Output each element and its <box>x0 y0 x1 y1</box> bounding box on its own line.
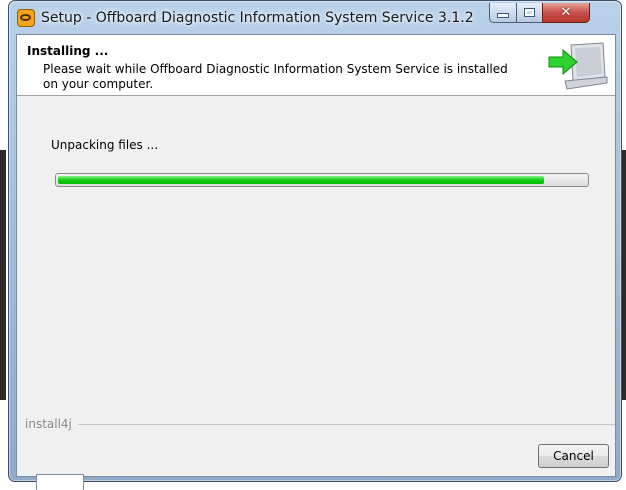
minimize-button[interactable] <box>489 3 517 23</box>
footer-divider <box>25 424 615 425</box>
installer-header: Installing ... Please wait while Offboar… <box>17 35 615 96</box>
installer-computer-arrow-icon <box>548 42 608 90</box>
maximize-icon <box>524 8 535 17</box>
progress-bar-fill <box>58 176 544 184</box>
desktop-edge-left <box>0 150 6 400</box>
installer-client-area: Installing ... Please wait while Offboar… <box>16 34 616 477</box>
status-text: Unpacking files ... <box>51 138 159 152</box>
header-description: Please wait while Offboard Diagnostic In… <box>43 62 508 91</box>
header-title: Installing ... <box>27 44 109 58</box>
background-window-fragment <box>36 474 84 490</box>
window-title: Setup - Offboard Diagnostic Information … <box>41 10 474 26</box>
close-icon: ✕ <box>560 5 572 20</box>
setup-window: Setup - Offboard Diagnostic Information … <box>8 0 622 482</box>
install4j-brand: install4j <box>25 417 78 431</box>
minimize-icon <box>497 13 509 18</box>
app-icon <box>17 9 35 27</box>
progress-bar <box>55 173 589 187</box>
title-bar[interactable]: Setup - Offboard Diagnostic Information … <box>9 1 621 35</box>
maximize-button[interactable] <box>516 3 543 23</box>
close-button[interactable]: ✕ <box>542 3 590 23</box>
cancel-button[interactable]: Cancel <box>538 444 609 468</box>
